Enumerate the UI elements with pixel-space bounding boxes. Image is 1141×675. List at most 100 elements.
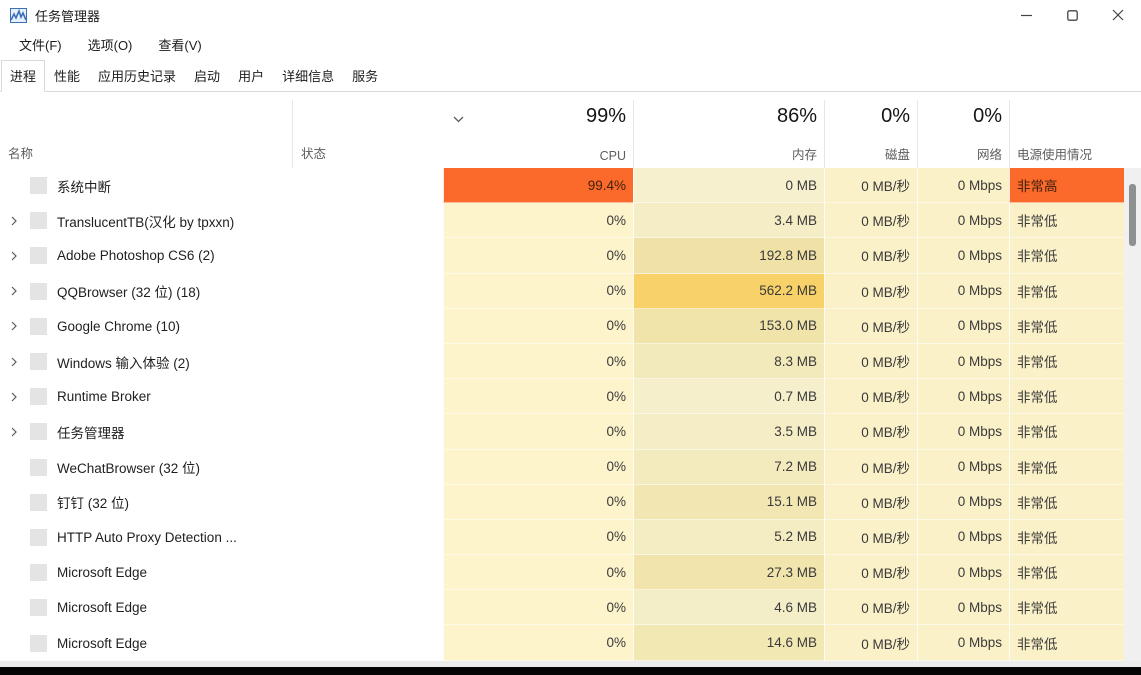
process-row[interactable]: WeChatBrowser (32 位)0%7.2 MB0 MB/秒0 Mbps…: [0, 450, 1141, 485]
close-button[interactable]: [1095, 0, 1141, 30]
network-value: 0 Mbps: [917, 274, 1009, 309]
process-row[interactable]: Microsoft Edge0%4.6 MB0 MB/秒0 Mbps非常低: [0, 590, 1141, 625]
power-usage-value: 非常低: [1009, 485, 1124, 520]
process-name: Microsoft Edge: [57, 636, 147, 651]
process-name: Adobe Photoshop CS6 (2): [57, 248, 215, 263]
disk-value: 0 MB/秒: [824, 555, 917, 590]
process-row[interactable]: HTTP Auto Proxy Detection ...0%5.2 MB0 M…: [0, 520, 1141, 555]
tab-服务[interactable]: 服务: [343, 60, 387, 92]
menu-item-0[interactable]: 文件(F): [10, 31, 71, 58]
process-icon: [30, 283, 47, 300]
maximize-button[interactable]: [1049, 0, 1095, 30]
column-percent-net: 0%: [973, 104, 1002, 128]
process-name: WeChatBrowser (32 位): [57, 457, 200, 477]
tab-详细信息[interactable]: 详细信息: [273, 60, 343, 92]
process-row[interactable]: Google Chrome (10)0%153.0 MB0 MB/秒0 Mbps…: [0, 309, 1141, 344]
memory-value: 3.4 MB: [633, 203, 824, 238]
menu-bar: 文件(F) 选项(O) 查看(V): [0, 30, 1141, 58]
network-value: 0 Mbps: [917, 168, 1009, 203]
memory-value: 7.2 MB: [633, 450, 824, 485]
column-header-power[interactable]: 电源使用情况: [1009, 100, 1124, 168]
process-name: Microsoft Edge: [57, 600, 147, 615]
network-value: 0 Mbps: [917, 520, 1009, 555]
cpu-value: 0%: [443, 379, 633, 414]
process-status-cell: [292, 555, 443, 590]
chevron-right-icon[interactable]: [7, 286, 21, 296]
cpu-value: 0%: [443, 274, 633, 309]
chevron-right-icon[interactable]: [7, 357, 21, 367]
chevron-right-icon[interactable]: [7, 392, 21, 402]
process-status-cell: [292, 168, 443, 203]
memory-value: 3.5 MB: [633, 414, 824, 449]
chevron-right-icon[interactable]: [7, 251, 21, 261]
process-name-cell: Microsoft Edge: [0, 625, 292, 660]
process-row[interactable]: Windows 输入体验 (2)0%8.3 MB0 MB/秒0 Mbps非常低: [0, 344, 1141, 379]
column-header-status[interactable]: 状态: [292, 100, 443, 168]
network-value: 0 Mbps: [917, 625, 1009, 660]
network-value: 0 Mbps: [917, 450, 1009, 485]
tab-启动[interactable]: 启动: [185, 60, 229, 92]
process-row[interactable]: Microsoft Edge0%27.3 MB0 MB/秒0 Mbps非常低: [0, 555, 1141, 590]
process-status-cell: [292, 625, 443, 660]
column-header-disk[interactable]: 0%磁盘: [824, 100, 917, 168]
cpu-value: 99.4%: [443, 168, 633, 203]
column-header-name[interactable]: 名称: [0, 100, 292, 168]
process-status-cell: [292, 414, 443, 449]
column-header-cpu[interactable]: 99%CPU: [443, 100, 633, 168]
process-icon: [30, 353, 47, 370]
process-row[interactable]: TranslucentTB(汉化 by tpxxn)0%3.4 MB0 MB/秒…: [0, 203, 1141, 238]
power-usage-value: 非常低: [1009, 274, 1124, 309]
process-name: Microsoft Edge: [57, 565, 147, 580]
process-name: 系统中断: [57, 176, 111, 196]
cpu-value: 0%: [443, 555, 633, 590]
power-usage-value: 非常低: [1009, 238, 1124, 273]
disk-value: 0 MB/秒: [824, 203, 917, 238]
scrollbar-thumb[interactable]: [1129, 184, 1136, 246]
tab-进程[interactable]: 进程: [1, 60, 45, 92]
maximize-icon: [1067, 10, 1078, 21]
name-column-label: 名称: [8, 143, 33, 162]
minimize-button[interactable]: [1003, 0, 1049, 30]
process-row[interactable]: Adobe Photoshop CS6 (2)0%192.8 MB0 MB/秒0…: [0, 238, 1141, 273]
network-value: 0 Mbps: [917, 379, 1009, 414]
process-icon: [30, 212, 47, 229]
process-name-cell: Adobe Photoshop CS6 (2): [0, 238, 292, 273]
tab-用户[interactable]: 用户: [229, 60, 273, 92]
process-icon: [30, 247, 47, 264]
process-status-cell: [292, 485, 443, 520]
process-row[interactable]: Runtime Broker0%0.7 MB0 MB/秒0 Mbps非常低: [0, 379, 1141, 414]
column-header-mem[interactable]: 86%内存: [633, 100, 824, 168]
chevron-right-icon[interactable]: [7, 321, 21, 331]
power-usage-value: 非常低: [1009, 414, 1124, 449]
chevron-right-icon[interactable]: [7, 427, 21, 437]
process-row[interactable]: 钉钉 (32 位)0%15.1 MB0 MB/秒0 Mbps非常低: [0, 485, 1141, 520]
process-icon: [30, 635, 47, 652]
process-icon: [30, 177, 47, 194]
process-name-cell: 系统中断: [0, 168, 292, 203]
disk-value: 0 MB/秒: [824, 344, 917, 379]
process-row[interactable]: 系统中断99.4%0 MB0 MB/秒0 Mbps非常高: [0, 168, 1141, 203]
menu-item-1[interactable]: 选项(O): [79, 31, 142, 58]
process-icon: [30, 459, 47, 476]
power-usage-value: 非常低: [1009, 450, 1124, 485]
process-row[interactable]: Microsoft Edge0%14.6 MB0 MB/秒0 Mbps非常低: [0, 625, 1141, 660]
column-label-disk: 磁盘: [885, 144, 910, 163]
network-value: 0 Mbps: [917, 309, 1009, 344]
process-name-cell: 钉钉 (32 位): [0, 485, 292, 520]
disk-value: 0 MB/秒: [824, 414, 917, 449]
power-usage-value: 非常低: [1009, 625, 1124, 660]
chevron-right-icon[interactable]: [7, 216, 21, 226]
process-row[interactable]: QQBrowser (32 位) (18)0%562.2 MB0 MB/秒0 M…: [0, 274, 1141, 309]
cpu-value: 0%: [443, 344, 633, 379]
column-header-net[interactable]: 0%网络: [917, 100, 1009, 168]
tab-性能[interactable]: 性能: [45, 60, 89, 92]
task-manager-window: 任务管理器 文件(F)选项(O)查看(V) 进程性能应用历史记录启动用户详细信息…: [0, 0, 1141, 661]
process-row[interactable]: 任务管理器0%3.5 MB0 MB/秒0 Mbps非常低: [0, 414, 1141, 449]
vertical-scrollbar[interactable]: [1124, 168, 1141, 661]
power-usage-value: 非常低: [1009, 344, 1124, 379]
cpu-value: 0%: [443, 309, 633, 344]
process-status-cell: [292, 274, 443, 309]
tab-应用历史记录[interactable]: 应用历史记录: [89, 60, 185, 92]
cpu-value: 0%: [443, 414, 633, 449]
menu-item-2[interactable]: 查看(V): [149, 31, 210, 58]
